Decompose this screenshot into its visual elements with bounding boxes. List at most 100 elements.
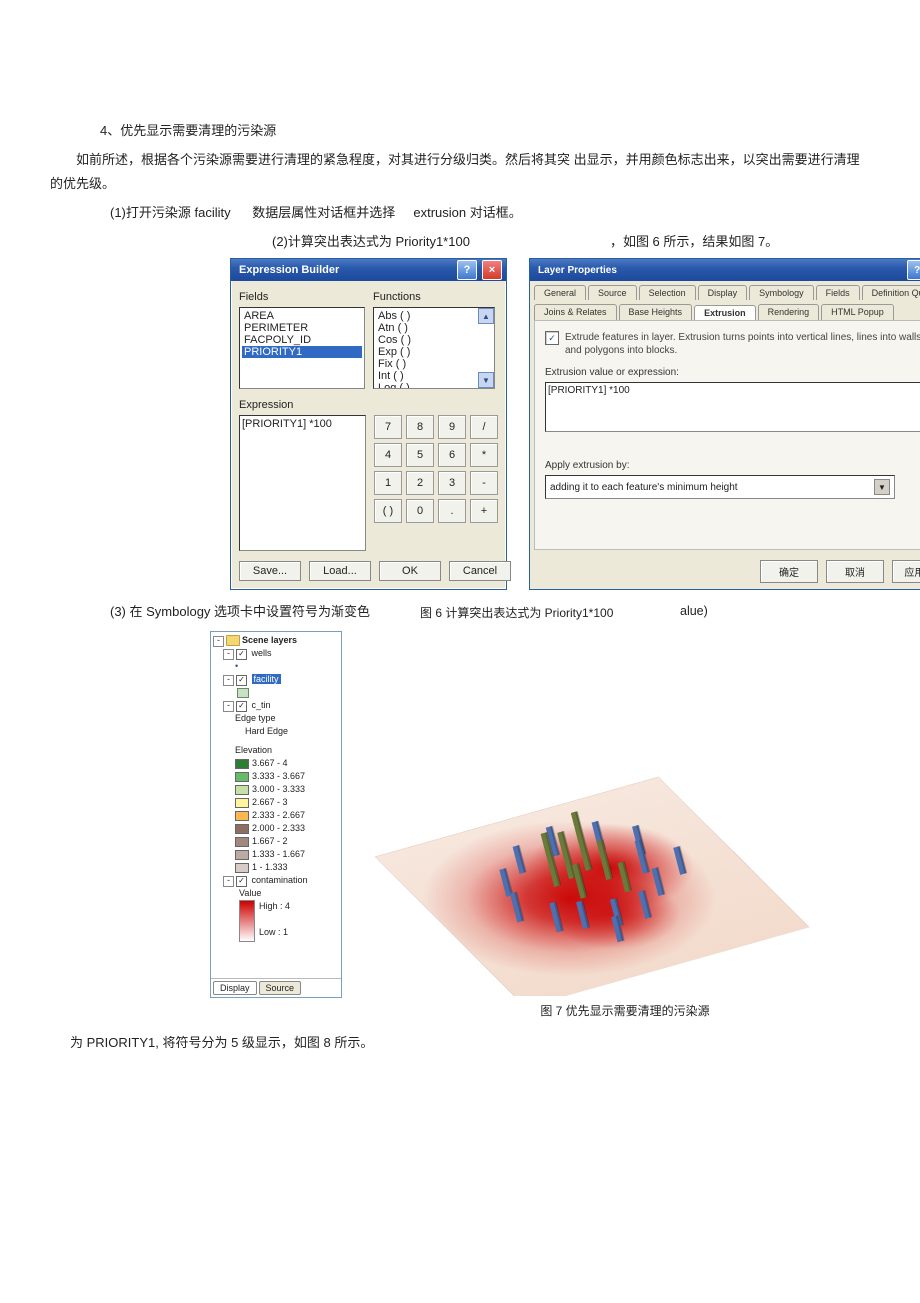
keypad-key[interactable]: 6: [438, 443, 466, 467]
dialog-titlebar: Expression Builder ? ×: [231, 259, 506, 281]
field-item[interactable]: FACPOLY_ID: [242, 334, 362, 346]
apply-button[interactable]: 应用(A): [892, 560, 920, 583]
tab-display[interactable]: Display: [698, 285, 748, 300]
keypad-key[interactable]: 1: [374, 471, 402, 495]
step-1c: extrusion 对话框。: [413, 205, 521, 220]
step-1: (1)打开污染源 facility 数据层属性对话框并选择 extrusion …: [110, 201, 870, 226]
keypad-key[interactable]: .: [438, 499, 466, 523]
step-1a: (1)打开污染源 facility: [110, 205, 231, 220]
extruded-bar: [513, 845, 526, 874]
dialog-titlebar: Layer Properties ? ×: [530, 259, 920, 281]
function-item[interactable]: Log ( ): [376, 382, 492, 389]
tab-extrusion[interactable]: Extrusion: [694, 305, 756, 321]
extruded-bar: [618, 862, 632, 893]
tab-source[interactable]: Source: [588, 285, 637, 300]
keypad-key[interactable]: 7: [374, 415, 402, 439]
save-button[interactable]: Save...: [239, 561, 301, 581]
layer-properties-dialog: Layer Properties ? × GeneralSourceSelect…: [529, 258, 920, 590]
load-button[interactable]: Load...: [309, 561, 371, 581]
keypad-key[interactable]: 8: [406, 415, 434, 439]
scroll-down-icon[interactable]: ▼: [478, 372, 494, 388]
keypad-key[interactable]: 4: [374, 443, 402, 467]
keypad-key[interactable]: *: [470, 443, 498, 467]
close-button[interactable]: ×: [482, 260, 502, 280]
step-2: (2)计算突出表达式为 Priority1*100: [272, 230, 470, 255]
scroll-up-icon[interactable]: ▲: [478, 308, 494, 324]
apply-label: Apply extrusion by:: [545, 460, 920, 471]
function-item[interactable]: Abs ( ): [376, 310, 492, 322]
extruded-bar: [634, 839, 649, 874]
tab-joins-relates[interactable]: Joins & Relates: [534, 304, 617, 320]
extruded-bar: [638, 891, 651, 920]
cancel-button[interactable]: Cancel: [449, 561, 511, 581]
toc-tab-source[interactable]: Source: [259, 981, 302, 995]
post-paragraph: 为 PRIORITY1, 将符号分为 5 级显示，如图 8 所示。: [70, 1031, 870, 1056]
function-item[interactable]: Atn ( ): [376, 322, 492, 334]
extruded-bar: [510, 892, 524, 923]
chevron-down-icon[interactable]: ▼: [874, 479, 890, 495]
keypad-key[interactable]: 3: [438, 471, 466, 495]
step-1b: 数据层属性对话框并选择: [252, 205, 395, 220]
function-item[interactable]: Exp ( ): [376, 346, 492, 358]
cancel-button[interactable]: 取消: [826, 560, 884, 583]
field-item[interactable]: PRIORITY1: [242, 346, 362, 358]
extruded-bar: [651, 868, 664, 897]
functions-label: Functions: [373, 291, 495, 303]
tab-fields[interactable]: Fields: [816, 285, 860, 300]
toc-panel: -Scene layers- wells•- facility- c_tinEd…: [210, 631, 342, 998]
tab-base-heights[interactable]: Base Heights: [619, 304, 693, 320]
tab-rendering[interactable]: Rendering: [758, 304, 820, 320]
help-button[interactable]: ?: [907, 260, 920, 280]
keypad-key[interactable]: ( ): [374, 499, 402, 523]
function-item[interactable]: Int ( ): [376, 370, 492, 382]
field-item[interactable]: PERIMETER: [242, 322, 362, 334]
expression-textarea[interactable]: [PRIORITY1] *100: [239, 415, 366, 551]
keypad-key[interactable]: 2: [406, 471, 434, 495]
help-button[interactable]: ?: [457, 260, 477, 280]
keypad-key[interactable]: 0: [406, 499, 434, 523]
fig6-caption-tail: alue): [680, 600, 708, 624]
step-3: (3) 在 Symbology 选项卡中设置符号为渐变色: [110, 604, 370, 619]
expression-textarea[interactable]: [PRIORITY1] *100: [545, 382, 920, 432]
tabs-row-2: Joins & RelatesBase HeightsExtrusionRend…: [534, 302, 920, 320]
checkbox-icon[interactable]: ✓: [545, 331, 559, 345]
tab-general[interactable]: General: [534, 285, 586, 300]
dialog-title: Layer Properties: [538, 265, 617, 276]
fig6-caption: 图 6 计算突出表达式为 Priority1*100: [420, 602, 613, 625]
keypad-key[interactable]: -: [470, 471, 498, 495]
heading-4: 4、优先显示需要清理的污染源: [100, 119, 870, 144]
extruded-bar: [673, 846, 686, 875]
extruded-bar: [557, 831, 575, 879]
extrude-checkbox-row[interactable]: ✓ Extrude features in layer. Extrusion t…: [545, 331, 920, 357]
extruded-bar: [571, 811, 592, 871]
extruded-bar: [596, 840, 612, 880]
keypad-key[interactable]: 5: [406, 443, 434, 467]
tabs-row-1: GeneralSourceSelectionDisplaySymbologyFi…: [534, 283, 920, 300]
ok-button[interactable]: OK: [379, 561, 441, 581]
scene-3d-view[interactable]: [352, 631, 832, 996]
functions-listbox[interactable]: ▲ ▼ Abs ( )Atn ( )Cos ( )Exp ( )Fix ( )I…: [373, 307, 495, 389]
tab-selection[interactable]: Selection: [639, 285, 696, 300]
expr-label: Extrusion value or expression:: [545, 367, 920, 378]
ok-button[interactable]: 确定: [760, 560, 818, 583]
expression-builder-dialog: Expression Builder ? × Fields AREAPERIME…: [230, 258, 507, 590]
expression-label: Expression: [239, 399, 498, 411]
tab-html-popup[interactable]: HTML Popup: [821, 304, 894, 320]
fig7-caption: 图 7 优先显示需要清理的污染源: [380, 1002, 870, 1019]
dialog-title: Expression Builder: [239, 264, 339, 276]
keypad-key[interactable]: 9: [438, 415, 466, 439]
keypad-key[interactable]: +: [470, 499, 498, 523]
function-item[interactable]: Cos ( ): [376, 334, 492, 346]
field-item[interactable]: AREA: [242, 310, 362, 322]
toc-tab-display[interactable]: Display: [213, 981, 257, 995]
keypad: 789/ 456* 123- ( )0.+: [374, 415, 498, 551]
extruded-bar: [576, 901, 589, 930]
tab-symbology[interactable]: Symbology: [749, 285, 814, 300]
apply-extrusion-combo[interactable]: adding it to each feature's minimum heig…: [545, 475, 895, 499]
keypad-key[interactable]: /: [470, 415, 498, 439]
step-2b: ，如图 6 所示，结果如图 7。: [610, 230, 778, 255]
tab-definition-query[interactable]: Definition Query: [862, 285, 920, 300]
function-item[interactable]: Fix ( ): [376, 358, 492, 370]
fields-listbox[interactable]: AREAPERIMETERFACPOLY_IDPRIORITY1: [239, 307, 365, 389]
combo-value: adding it to each feature's minimum heig…: [550, 482, 738, 493]
